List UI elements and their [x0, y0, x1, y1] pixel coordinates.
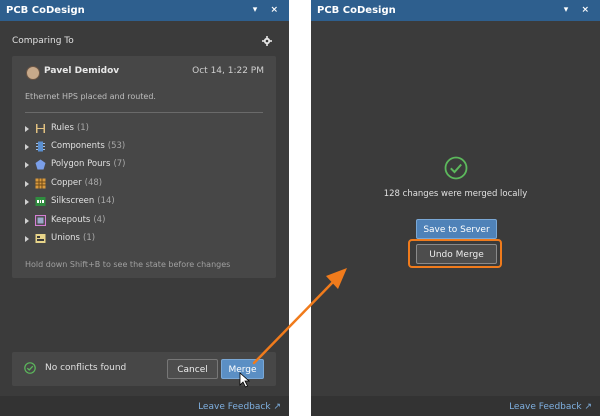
- hint-text: Hold down Shift+B to see the state befor…: [25, 260, 231, 269]
- left-panel: PCB CoDesign ▾ × Comparing To Pavel Demi…: [0, 0, 289, 416]
- expand-arrow-icon[interactable]: [25, 199, 29, 205]
- expand-arrow-icon[interactable]: [25, 126, 29, 132]
- window-controls[interactable]: ▾ ×: [253, 0, 283, 21]
- commit-date: Oct 14, 1:22 PM: [192, 66, 264, 76]
- tree-item-label: Rules: [51, 123, 74, 133]
- merge-status-bar: No conflicts found Cancel Merge: [12, 352, 276, 386]
- commit-message: Ethernet HPS placed and routed.: [25, 92, 156, 101]
- tree-item-count: (48): [84, 178, 103, 188]
- tree-item-label: Copper: [51, 178, 82, 188]
- expand-arrow-icon[interactable]: [25, 236, 29, 242]
- leave-feedback-link[interactable]: Leave Feedback ↗: [198, 402, 281, 412]
- expand-arrow-icon[interactable]: [25, 144, 29, 150]
- tree-item-label: Silkscreen: [51, 196, 95, 206]
- mouse-cursor-icon: [239, 372, 251, 388]
- check-circle-icon: [444, 156, 468, 180]
- save-to-server-button[interactable]: Save to Server: [416, 219, 497, 239]
- panel-title-bar: PCB CoDesign ▾ ×: [311, 0, 600, 21]
- tree-item-label: Unions: [51, 233, 80, 243]
- copper-icon: [35, 178, 46, 189]
- external-link-icon: ↗: [584, 402, 592, 412]
- rules-icon: [36, 124, 45, 133]
- leave-feedback-label: Leave Feedback: [198, 402, 271, 412]
- silkscreen-icon: [35, 197, 46, 206]
- cancel-button[interactable]: Cancel: [167, 359, 218, 379]
- panel-title: PCB CoDesign: [317, 5, 396, 16]
- tree-item-count: (7): [113, 159, 126, 169]
- undo-merge-button[interactable]: Undo Merge: [416, 244, 497, 264]
- tree-item-count: (1): [83, 233, 96, 243]
- commit-author: Pavel Demidov: [44, 66, 120, 76]
- comparison-card: Pavel Demidov Oct 14, 1:22 PM Ethernet H…: [12, 56, 276, 278]
- tree-item-count: (1): [76, 123, 89, 133]
- check-circle-icon: [24, 362, 36, 374]
- expand-arrow-icon[interactable]: [25, 218, 29, 224]
- gear-icon[interactable]: [262, 36, 272, 46]
- right-panel: PCB CoDesign ▾ × 128 changes were merged…: [311, 0, 600, 416]
- window-controls[interactable]: ▾ ×: [564, 0, 594, 21]
- panel-title-bar: PCB CoDesign ▾ ×: [0, 0, 289, 21]
- panel-footer: Leave Feedback ↗: [0, 396, 289, 416]
- panel-title: PCB CoDesign: [6, 5, 85, 16]
- divider: [25, 112, 263, 113]
- polygon-icon: [35, 159, 46, 170]
- avatar: [26, 66, 40, 80]
- tree-item-label: Keepouts: [51, 215, 91, 225]
- tree-item-label: Polygon Pours: [51, 159, 111, 169]
- leave-feedback-label: Leave Feedback: [509, 402, 582, 412]
- section-title: Comparing To: [12, 36, 74, 46]
- merge-result-text: 128 changes were merged locally: [383, 189, 528, 199]
- tree-item-label: Components: [51, 141, 105, 151]
- components-icon: [36, 141, 45, 152]
- unions-icon: [35, 234, 46, 243]
- external-link-icon: ↗: [273, 402, 281, 412]
- keepout-icon: [35, 215, 46, 226]
- panel-footer: Leave Feedback ↗: [311, 396, 600, 416]
- expand-arrow-icon[interactable]: [25, 181, 29, 187]
- tree-item-count: (4): [93, 215, 106, 225]
- leave-feedback-link[interactable]: Leave Feedback ↗: [509, 402, 592, 412]
- conflict-status: No conflicts found: [45, 363, 127, 373]
- expand-arrow-icon[interactable]: [25, 162, 29, 168]
- tree-item-count: (53): [107, 141, 126, 151]
- tree-item-count: (14): [97, 196, 115, 206]
